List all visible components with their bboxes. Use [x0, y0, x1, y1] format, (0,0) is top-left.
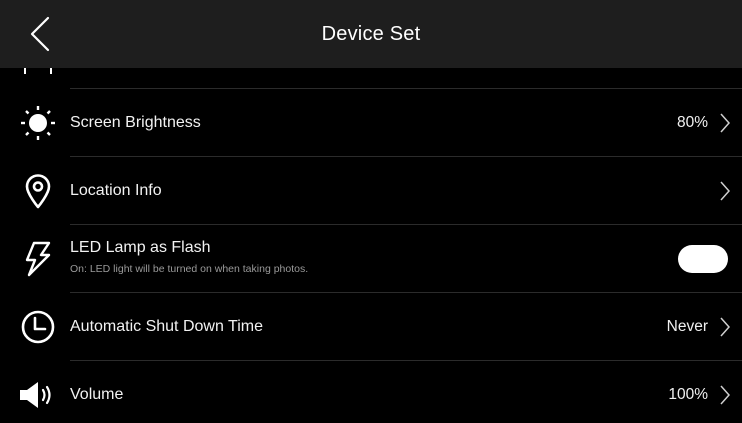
- chevron-left-icon: [30, 16, 50, 52]
- back-button[interactable]: [20, 14, 60, 54]
- settings-list[interactable]: Screen Brightness 80% Location Info LED …: [0, 68, 742, 423]
- title-bar: Device Set: [0, 0, 742, 68]
- setting-label: Location Info: [70, 181, 162, 199]
- setting-value: Never: [666, 317, 708, 335]
- setting-label: Screen Brightness: [70, 113, 201, 131]
- setting-description: On: LED light will be turned on when tak…: [70, 263, 309, 275]
- setting-value: 80%: [676, 113, 708, 131]
- setting-label: Automatic Shut Down Time: [70, 317, 263, 335]
- setting-value: 100%: [668, 385, 708, 403]
- chevron-right-icon: [718, 112, 732, 134]
- chevron-right-icon: [718, 384, 732, 406]
- page-title: Device Set: [321, 22, 421, 45]
- lightning-icon: [18, 239, 58, 279]
- setting-row-volume[interactable]: Volume 100%: [0, 361, 742, 423]
- setting-row-location[interactable]: Location Info: [0, 157, 742, 224]
- led-flash-toggle[interactable]: [678, 244, 728, 273]
- setting-label: LED Lamp as Flash: [70, 239, 211, 256]
- setting-row-brightness[interactable]: Screen Brightness 80%: [0, 89, 742, 156]
- location-pin-icon: [18, 171, 58, 211]
- setting-label: Volume: [70, 385, 124, 403]
- clock-icon: [18, 307, 58, 347]
- partial-item-icon: [24, 68, 52, 74]
- speaker-icon: [18, 375, 58, 415]
- sun-icon: [18, 103, 58, 143]
- chevron-right-icon: [718, 180, 732, 202]
- chevron-right-icon: [718, 316, 732, 338]
- setting-row-led-flash[interactable]: LED Lamp as Flash On: LED light will be …: [0, 225, 742, 292]
- setting-row-shutdown[interactable]: Automatic Shut Down Time Never: [0, 293, 742, 360]
